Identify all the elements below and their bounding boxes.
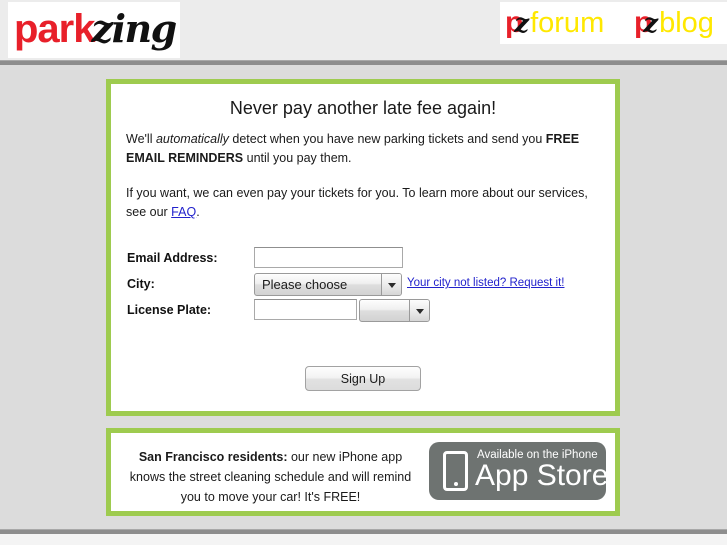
license-plate-input[interactable]: [254, 299, 357, 320]
pz-z-letter: z: [514, 9, 530, 39]
chevron-down-icon: [381, 274, 401, 295]
page-title: Never pay another late fee again!: [229, 98, 497, 118]
form-row-license-plate: License Plate:: [111, 299, 615, 325]
app-store-badge-main-label: App Store: [475, 459, 609, 492]
license-plate-label: License Plate:: [127, 303, 212, 317]
request-city-link[interactable]: Your city not listed? Request it!: [407, 277, 564, 289]
signup-panel: Never pay another late fee again! We'll …: [106, 79, 620, 416]
city-select[interactable]: Please choose: [254, 273, 402, 296]
parkzing-logo[interactable]: parkzing: [8, 2, 180, 58]
iphone-icon: [443, 451, 468, 491]
city-select-value: Please choose: [262, 277, 348, 292]
logo-text: parkzing: [14, 3, 178, 58]
email-input[interactable]: [254, 247, 403, 268]
nav-link-forum-label: forum: [530, 7, 605, 39]
pz-z-letter: z: [643, 9, 659, 39]
app-promo-text: San Francisco residents: our new iPhone …: [123, 447, 418, 507]
copy2-text-b: .: [196, 205, 200, 219]
app-store-badge[interactable]: Available on the iPhone App Store: [429, 442, 609, 500]
copy1-text-c: until you pay them.: [243, 151, 352, 165]
email-label: Email Address:: [127, 251, 218, 265]
form-row-city: City: Please choose Your city not listed…: [111, 273, 615, 299]
state-select[interactable]: [359, 299, 430, 322]
footer-area: [0, 534, 727, 545]
logo-park-text: park: [14, 7, 95, 51]
intro-paragraph-2: If you want, we can even pay your ticket…: [126, 184, 596, 222]
faq-link[interactable]: FAQ: [171, 205, 196, 219]
app-promo-panel: San Francisco residents: our new iPhone …: [106, 428, 620, 516]
copy1-text-b: detect when you have new parking tickets…: [228, 132, 546, 146]
header-divider: [0, 60, 727, 65]
form-row-email: Email Address:: [111, 247, 615, 273]
sign-up-button[interactable]: Sign Up: [305, 366, 421, 391]
nav-link-blog-label: blog: [659, 7, 714, 39]
nav-link-forum[interactable]: pzforum: [500, 2, 630, 44]
site-header: parkzing pzforum pzblog: [0, 0, 727, 60]
copy1-italic: automatically: [155, 132, 229, 146]
chevron-down-icon: [409, 300, 429, 321]
copy1-text-a: We'll: [126, 132, 156, 146]
nav-link-blog[interactable]: pzblog: [629, 2, 727, 44]
intro-paragraph-1: We'll automatically detect when you have…: [126, 130, 596, 168]
logo-zing-text: zing: [91, 6, 178, 51]
city-label: City:: [127, 277, 155, 291]
signup-form: Email Address: City: Please choose Your …: [111, 247, 615, 325]
app-promo-lead: San Francisco residents:: [138, 450, 288, 464]
